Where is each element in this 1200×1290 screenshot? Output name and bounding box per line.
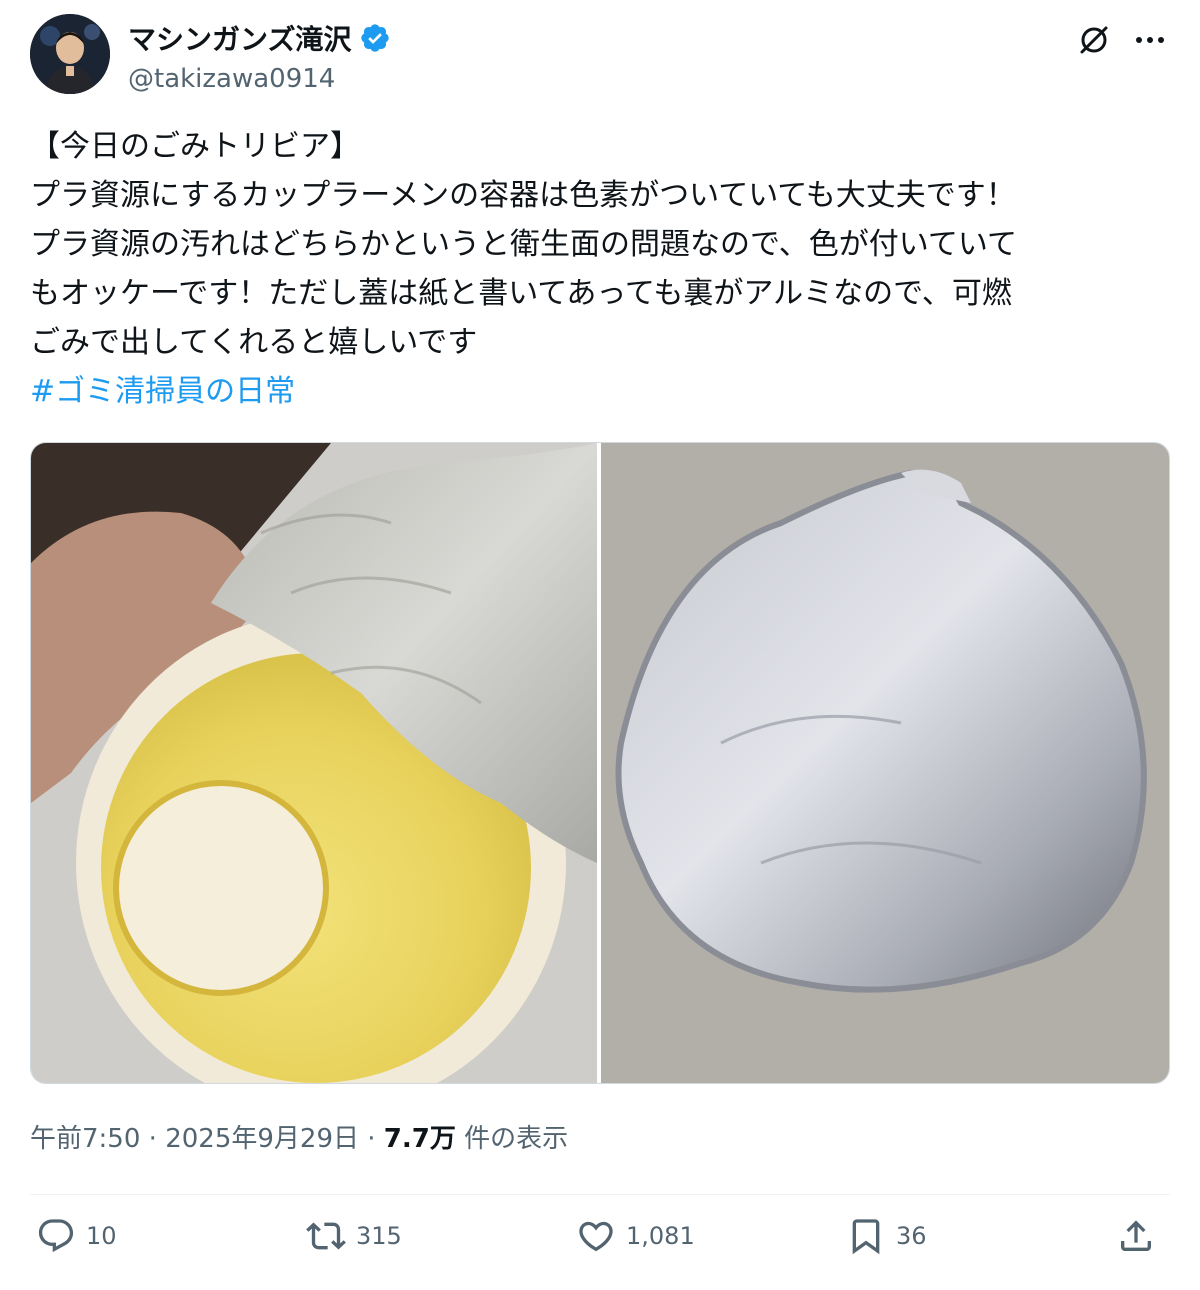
share-icon — [1121, 1220, 1151, 1251]
bookmark-icon — [852, 1219, 880, 1255]
repost-button[interactable]: 315 — [306, 1216, 402, 1256]
reply-icon — [38, 1219, 74, 1253]
action-bar: 10 315 1,081 36 — [30, 1216, 1170, 1272]
photo-cup-interior[interactable] — [31, 443, 597, 1083]
heart-icon — [579, 1221, 613, 1252]
tweet-time[interactable]: 午前7:50 — [30, 1124, 140, 1154]
grok-icon[interactable] — [1074, 20, 1114, 60]
avatar[interactable] — [30, 14, 110, 94]
photo-aluminum-lid[interactable] — [601, 443, 1169, 1083]
views-label: 件の表示 — [464, 1124, 569, 1154]
tweet-header: マシンガンズ滝沢 @takizawa0914 — [30, 14, 1170, 98]
share-button[interactable] — [1116, 1216, 1156, 1256]
views-count: 7.7万 — [383, 1124, 456, 1154]
bookmark-button[interactable]: 36 — [846, 1216, 927, 1256]
reply-button[interactable]: 10 — [36, 1216, 117, 1256]
tweet-line: もオッケーです！ただし蓋は紙と書いてあっても裏がアルミなので、可燃 — [30, 276, 1012, 311]
tweet-body: 【今日のごみトリビア】 プラ資源にするカップラーメンの容器は色素がついていても大… — [30, 122, 1170, 416]
tweet-date[interactable]: 2025年9月29日 — [165, 1124, 359, 1154]
display-name[interactable]: マシンガンズ滝沢 — [128, 18, 351, 58]
tweet-line: ごみで出してくれると嬉しいです — [30, 325, 478, 360]
meta-separator: · — [148, 1124, 157, 1154]
more-options-icon[interactable] — [1130, 20, 1170, 60]
bookmark-count: 36 — [896, 1222, 927, 1250]
tweet-line: プラ資源にするカップラーメンの容器は色素がついていても大丈夫です！ — [30, 178, 1016, 213]
avatar-image — [30, 14, 110, 94]
repost-icon — [306, 1222, 346, 1250]
like-button[interactable]: 1,081 — [576, 1216, 695, 1256]
reply-count: 10 — [86, 1222, 117, 1250]
user-handle[interactable]: @takizawa0914 — [128, 64, 335, 94]
tweet-line: 【今日のごみトリビア】 — [30, 129, 360, 164]
repost-count: 315 — [356, 1222, 402, 1250]
meta-separator: · — [367, 1124, 376, 1154]
divider — [30, 1194, 1170, 1195]
like-count: 1,081 — [626, 1222, 695, 1250]
verified-badge-icon — [361, 24, 390, 52]
tweet-line: プラ資源の汚れはどちらかというと衛生面の問題なので、色が付いていて — [30, 227, 1017, 262]
tweet-meta: 午前7:50 · 2025年9月29日 · 7.7万 件の表示 — [30, 1118, 568, 1155]
media-grid — [30, 442, 1170, 1084]
hashtag-link[interactable]: #ゴミ清掃員の日常 — [30, 367, 1170, 416]
name-row: マシンガンズ滝沢 — [128, 18, 391, 58]
